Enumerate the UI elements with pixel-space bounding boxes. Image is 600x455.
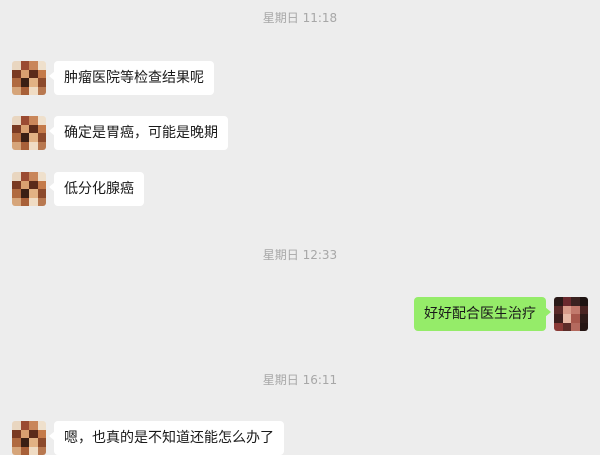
timestamp: 星期日 11:18	[262, 11, 338, 25]
message-bubble-incoming[interactable]: 低分化腺癌	[49, 172, 144, 206]
message-bubble-incoming[interactable]: 肿瘤医院等检查结果呢	[49, 61, 214, 95]
self-avatar[interactable]	[554, 297, 588, 331]
timestamp: 星期日 16:11	[262, 373, 338, 387]
contact-avatar[interactable]	[12, 172, 46, 206]
message-bubble-incoming[interactable]: 确定是胃癌，可能是晚期	[49, 116, 228, 150]
contact-avatar[interactable]	[12, 421, 46, 455]
contact-avatar[interactable]	[12, 116, 46, 150]
message-bubble-incoming[interactable]: 嗯，也真的是不知道还能怎么办了	[49, 421, 284, 455]
contact-avatar[interactable]	[12, 61, 46, 95]
timestamp: 星期日 12:33	[262, 248, 338, 262]
message-bubble-outgoing[interactable]: 好好配合医生治疗	[414, 297, 551, 331]
